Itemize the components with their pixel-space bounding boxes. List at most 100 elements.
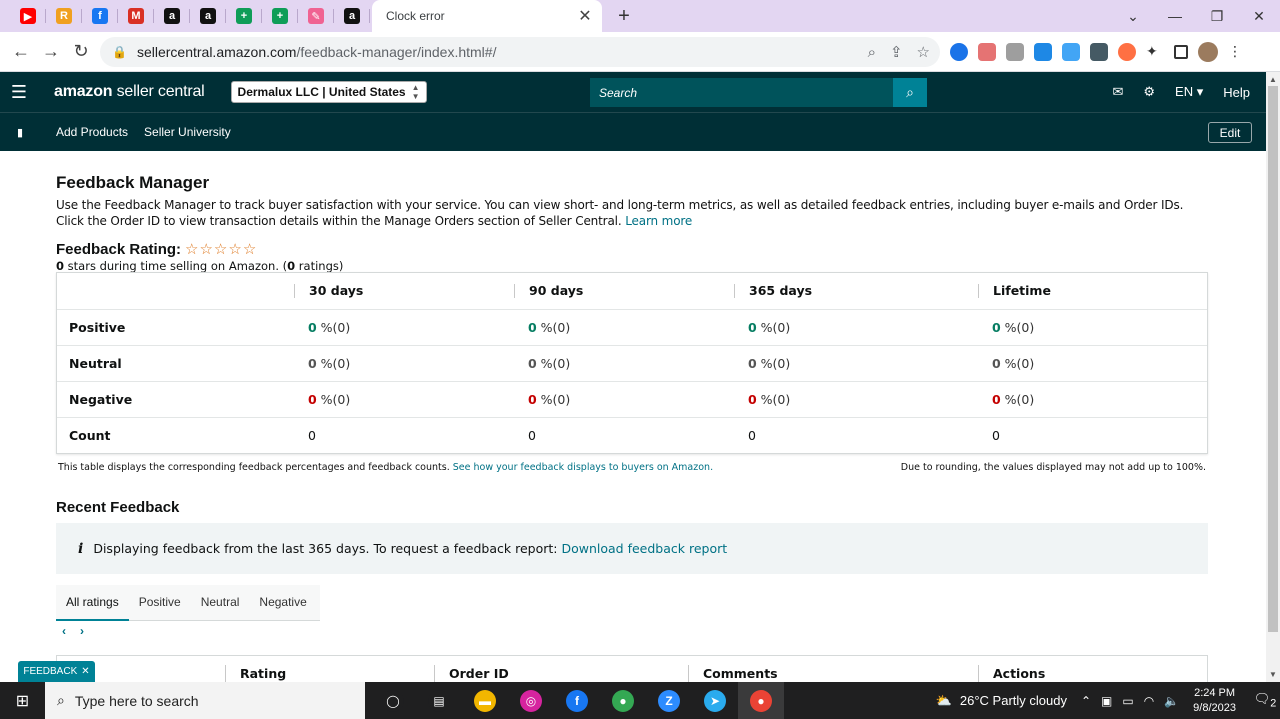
search-input[interactable] <box>590 78 893 107</box>
zoom-icon[interactable]: ⌕ <box>868 44 876 61</box>
share-icon[interactable]: ⇪ <box>890 43 903 61</box>
pinned-tab[interactable]: ✎ <box>298 0 334 32</box>
buyer-display-link[interactable]: See how your feedback displays to buyers… <box>453 462 713 473</box>
pinned-tab[interactable]: a <box>334 0 370 32</box>
pinned-tab[interactable]: + <box>262 0 298 32</box>
chevron-right-icon[interactable]: › <box>80 624 84 638</box>
minimize-icon[interactable]: — <box>1154 8 1196 24</box>
extension-icon[interactable] <box>1090 43 1108 61</box>
forward-icon[interactable]: → <box>36 41 66 62</box>
reload-icon[interactable]: ↻ <box>66 41 96 62</box>
taskbar-apps: ◯ ▤ ▬ ◎ f ● Z ➤ ● <box>370 682 784 719</box>
extension-icon[interactable] <box>978 43 996 61</box>
feedback-button[interactable]: FEEDBACK ✕ <box>18 661 95 682</box>
col-30-days: 30 days <box>294 284 514 298</box>
instagram-icon: ◎ <box>520 689 542 712</box>
pinned-tab[interactable]: M <box>118 0 154 32</box>
learn-more-link[interactable]: Learn more <box>625 214 692 228</box>
wifi-icon[interactable]: ◠ <box>1144 694 1154 708</box>
menu-kebab-icon[interactable]: ⋮ <box>1228 43 1242 61</box>
extension-icon[interactable] <box>1118 43 1136 61</box>
edit-button[interactable]: Edit <box>1208 122 1252 143</box>
taskbar-app[interactable]: ● <box>600 682 646 719</box>
bookmark-icon[interactable]: ▮ <box>0 126 40 139</box>
lock-icon[interactable]: 🔒 <box>112 45 127 59</box>
table-cell: 0 %(0) <box>294 356 514 371</box>
close-tab-icon[interactable]: ✕ <box>576 6 594 26</box>
close-icon[interactable]: ✕ <box>81 666 89 677</box>
side-panel-icon[interactable] <box>1174 45 1188 59</box>
help-link[interactable]: Help <box>1223 85 1250 100</box>
cell-value: 0 <box>528 320 537 335</box>
taskbar-app[interactable]: ◯ <box>370 682 416 719</box>
feedback-label: FEEDBACK <box>23 666 78 677</box>
search-icon[interactable]: ⌕ <box>893 78 927 107</box>
taskbar-app[interactable]: f <box>554 682 600 719</box>
notification-icon[interactable]: 🗨2 <box>1250 691 1280 710</box>
hamburger-menu-icon[interactable]: ☰ <box>0 82 38 103</box>
cell-value: 0 <box>308 392 317 407</box>
nav-seller-university[interactable]: Seller University <box>144 125 231 139</box>
rating-count: 0 <box>287 259 296 273</box>
row-label: Negative <box>69 392 133 407</box>
tab-positive[interactable]: Positive <box>129 585 191 621</box>
back-icon[interactable]: ← <box>6 41 36 62</box>
scrollbar-thumb[interactable] <box>1268 86 1278 632</box>
chrome-icon: ● <box>612 689 634 712</box>
seller-central-logo[interactable]: amazon seller central <box>54 83 205 101</box>
nav-add-products[interactable]: Add Products <box>56 125 128 139</box>
weather-widget[interactable]: ⛅ 26°C Partly cloudy <box>936 693 1067 709</box>
taskbar-app[interactable]: ➤ <box>692 682 738 719</box>
download-report-link[interactable]: Download feedback report <box>561 541 727 556</box>
windows-start-icon[interactable]: ⊞ <box>0 691 45 711</box>
mail-icon[interactable]: ✉ <box>1112 84 1123 100</box>
pinned-tab[interactable]: a <box>154 0 190 32</box>
taskbar-search[interactable]: ⌕ Type here to search <box>45 682 365 719</box>
chevron-up-icon[interactable]: ⌃ <box>1081 694 1091 708</box>
pinned-tab[interactable]: ▶ <box>10 0 46 32</box>
active-tab[interactable]: Clock error ✕ <box>372 0 602 32</box>
url-input[interactable]: 🔒 sellercentral.amazon.com/feedback-mana… <box>100 37 940 67</box>
bookmark-star-icon[interactable]: ☆ <box>917 43 930 61</box>
meet-icon[interactable]: ▣ <box>1101 694 1112 708</box>
tab-neutral[interactable]: Neutral <box>191 585 250 621</box>
task-view-icon: ◯ <box>382 689 404 712</box>
extension-icon[interactable] <box>1006 43 1024 61</box>
close-window-icon[interactable]: ✕ <box>1238 8 1280 25</box>
scroll-down-icon[interactable]: ▼ <box>1269 670 1277 679</box>
pinned-tab[interactable]: a <box>190 0 226 32</box>
extension-icon[interactable] <box>1034 43 1052 61</box>
info-text: Displaying feedback from the last 365 da… <box>93 541 558 556</box>
window-controls: ⌄ — ❐ ✕ <box>1112 0 1280 32</box>
tab-negative[interactable]: Negative <box>249 585 316 621</box>
gear-icon[interactable]: ⚙ <box>1143 84 1155 100</box>
url-path: /feedback-manager/index.html#/ <box>296 44 497 60</box>
taskbar-app[interactable]: Z <box>646 682 692 719</box>
battery-icon[interactable]: ▭ <box>1122 694 1133 708</box>
chevron-left-icon[interactable]: ‹ <box>62 624 66 638</box>
new-tab-icon[interactable]: + <box>608 5 640 28</box>
taskbar-app[interactable]: ◎ <box>508 682 554 719</box>
taskbar-app[interactable]: ▤ <box>416 682 462 719</box>
search-box: ⌕ <box>590 78 927 107</box>
taskbar-app[interactable]: ▬ <box>462 682 508 719</box>
taskbar-app[interactable]: ● <box>738 682 784 719</box>
page-scrollbar[interactable]: ▲ ▼ <box>1266 72 1280 682</box>
extension-icon[interactable] <box>950 43 968 61</box>
language-selector[interactable]: EN ▾ <box>1175 84 1203 100</box>
amazon-icon: a <box>200 8 216 24</box>
tab-all-ratings[interactable]: All ratings <box>56 585 129 621</box>
volume-icon[interactable]: 🔈 <box>1164 694 1179 708</box>
pinned-tab[interactable]: R <box>46 0 82 32</box>
scroll-up-icon[interactable]: ▲ <box>1269 75 1277 84</box>
restore-icon[interactable]: ❐ <box>1196 8 1238 25</box>
account-switcher[interactable]: Dermalux LLC | United States ▲ ▼ <box>230 81 427 103</box>
tab-search-icon[interactable]: ⌄ <box>1112 8 1154 25</box>
system-clock[interactable]: 2:24 PM 9/8/2023 <box>1193 686 1236 716</box>
pinned-tab[interactable]: f <box>82 0 118 32</box>
extension-icon[interactable] <box>1062 43 1080 61</box>
puzzle-icon[interactable]: ✦ <box>1146 43 1164 61</box>
profile-avatar[interactable] <box>1198 42 1218 62</box>
feedback-rating: Feedback Rating: ☆☆☆☆☆ <box>56 240 257 259</box>
pinned-tab[interactable]: + <box>226 0 262 32</box>
